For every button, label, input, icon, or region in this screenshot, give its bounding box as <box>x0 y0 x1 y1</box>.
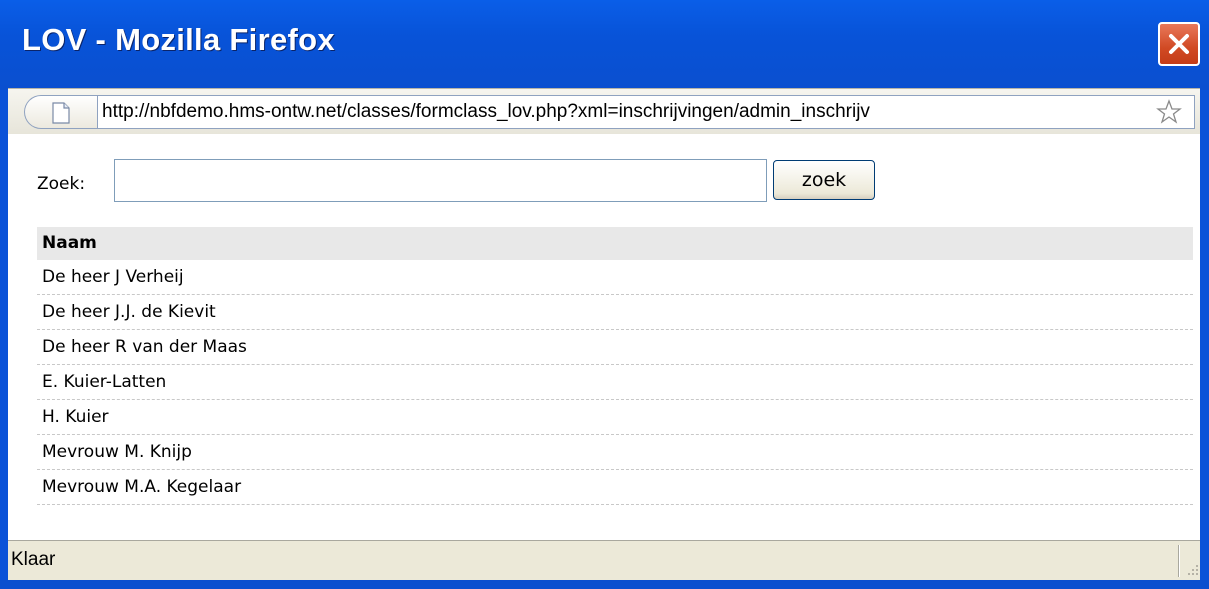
url-field[interactable]: http://nbfdemo.hms-ontw.net/classes/form… <box>97 95 1195 129</box>
address-bar: http://nbfdemo.hms-ontw.net/classes/form… <box>8 88 1200 134</box>
table-row[interactable]: De heer J Verheij <box>37 260 1193 295</box>
browser-window: LOV - Mozilla Firefox http://nbfdemo.hms… <box>0 0 1209 589</box>
resize-grip-icon[interactable] <box>1186 563 1200 577</box>
bookmark-star-icon[interactable] <box>1156 99 1182 125</box>
column-header-naam: Naam <box>37 227 1193 260</box>
table-row[interactable]: H. Kuier <box>37 400 1193 435</box>
table-row[interactable]: De heer J.J. de Kievit <box>37 295 1193 330</box>
url-text: http://nbfdemo.hms-ontw.net/classes/form… <box>102 101 870 122</box>
status-divider <box>1178 545 1179 577</box>
status-bar: Klaar <box>8 540 1200 580</box>
search-input[interactable] <box>114 159 767 202</box>
results-table: Naam De heer J Verheij De heer J.J. de K… <box>37 227 1193 505</box>
search-button[interactable]: zoek <box>773 160 875 200</box>
title-bar[interactable]: LOV - Mozilla Firefox <box>0 0 1209 90</box>
site-identity-button[interactable] <box>24 95 98 129</box>
page-icon <box>52 102 70 124</box>
table-row[interactable]: Mevrouw M. Knijp <box>37 435 1193 470</box>
table-row[interactable]: E. Kuier-Latten <box>37 365 1193 400</box>
table-row[interactable]: Mevrouw M.A. Kegelaar <box>37 470 1193 505</box>
window-bottom-border <box>0 580 1209 589</box>
page-content: Zoek: zoek Naam De heer J Verheij De hee… <box>8 134 1200 540</box>
close-button[interactable] <box>1158 22 1200 66</box>
window-title: LOV - Mozilla Firefox <box>22 22 335 57</box>
table-row[interactable]: De heer R van der Maas <box>37 330 1193 365</box>
search-label: Zoek: <box>37 174 86 194</box>
close-icon <box>1169 34 1189 54</box>
status-text: Klaar <box>11 549 56 570</box>
